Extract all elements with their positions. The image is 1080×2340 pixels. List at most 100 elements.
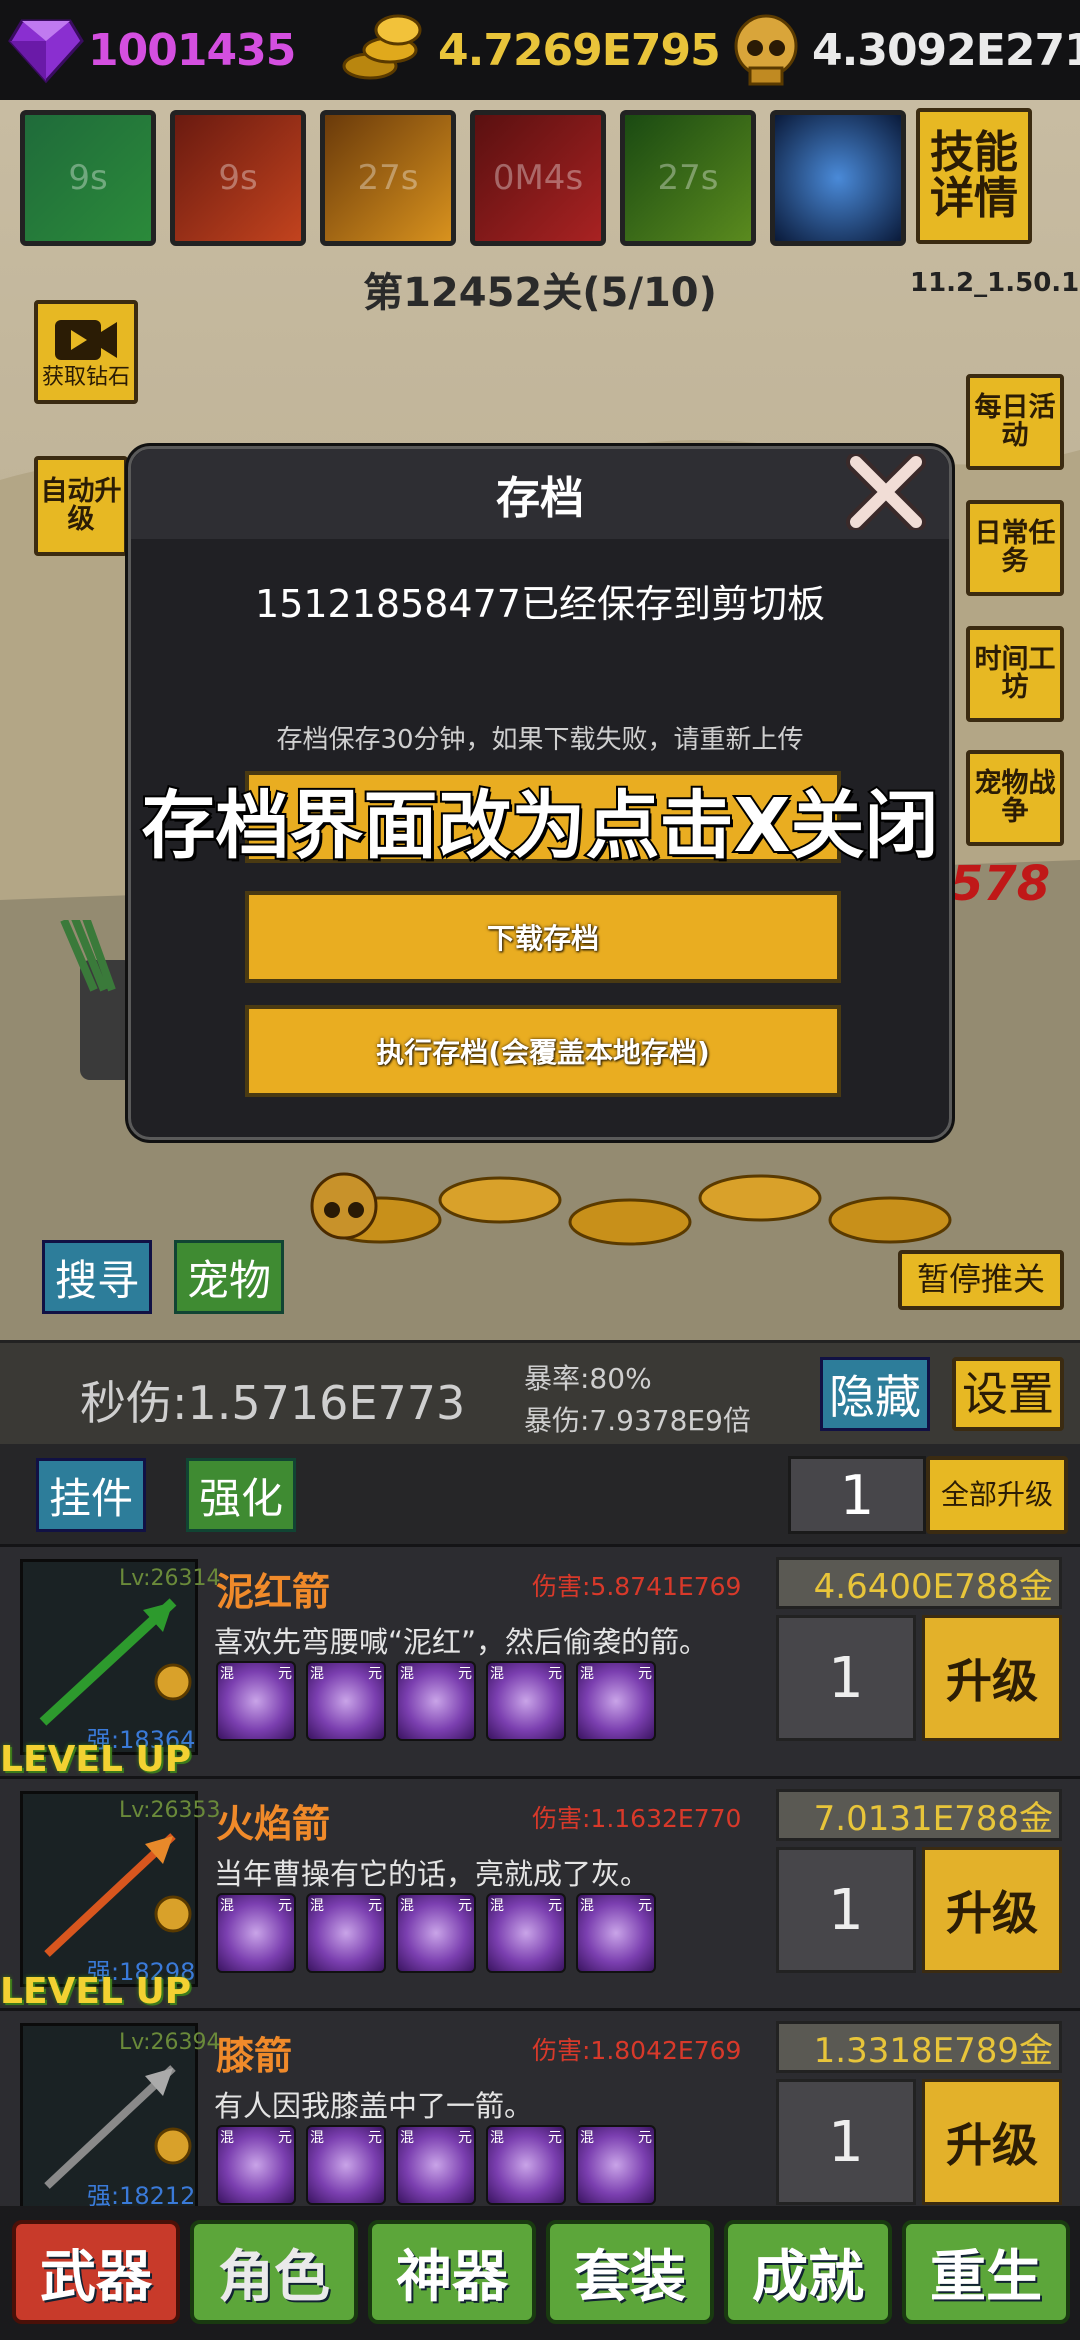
crit-rate-text: 暴率:80% (524, 1362, 652, 1395)
gem-label-right: 元 (638, 1898, 652, 1914)
execute-save-button[interactable]: 执行存档(会覆盖本地存档) (245, 1005, 841, 1097)
pet-button[interactable]: 宠物 (174, 1240, 284, 1314)
upgrade-price: 1.3318E789金 (776, 2021, 1062, 2073)
weapon-icon-slot[interactable]: Lv:26353 强:18298 (20, 1791, 220, 1987)
skull-value: 4.3092E271 (812, 24, 1080, 76)
upgrade-button[interactable]: 升级 (922, 1615, 1062, 1741)
gem-label-left: 混 (220, 1666, 234, 1682)
download-save-button[interactable]: 下载存档 (245, 891, 841, 983)
taiji-gem-icon: 混元 (396, 1661, 476, 1741)
weapon-description: 喜欢先弯腰喊“泥红”，然后偷袭的箭。 (214, 1625, 709, 1659)
nav-set[interactable]: 套装 (546, 2220, 714, 2324)
skull-loot-icon (310, 1172, 378, 1240)
upgrade-all-button[interactable]: 全部升级 (926, 1456, 1068, 1534)
save-dialog-title: 存档 (131, 449, 949, 539)
gem-label-right: 元 (458, 1666, 472, 1682)
weapon-description: 有人因我膝盖中了一箭。 (214, 2089, 534, 2123)
weapon-name: 泥红箭 (216, 1570, 331, 1614)
gem-label-left: 混 (310, 2130, 324, 2146)
gem-label-right: 元 (458, 1898, 472, 1914)
taiji-gem-icon: 混元 (486, 1661, 566, 1741)
tab-enhance[interactable]: 强化 (186, 1458, 296, 1532)
settings-button[interactable]: 设置 (952, 1357, 1064, 1431)
taiji-gem-icon: 混元 (306, 2125, 386, 2205)
weapon-row-2: Lv:26353 强:18298 火焰箭 伤害:1.1632E770 当年曹操有… (0, 1776, 1080, 2012)
taiji-gem-icon: 混元 (486, 2125, 566, 2205)
gem-label-right: 元 (548, 2130, 562, 2146)
level-up-label: LEVEL UP (0, 1739, 192, 1780)
auto-upgrade-button[interactable]: 自动升级 (34, 456, 128, 556)
taiji-gem-icon: 混元 (216, 1893, 296, 1973)
nav-artifact[interactable]: 神器 (368, 2220, 536, 2324)
gold-value: 4.7269E795 (438, 24, 721, 76)
diamond-icon (8, 19, 84, 84)
skill-slot-2[interactable]: 9s (170, 110, 306, 246)
skull-icon (734, 14, 798, 86)
daily-activity-button[interactable]: 每日活动 (966, 374, 1064, 470)
taiji-gem-icon: 混元 (396, 2125, 476, 2205)
hide-button[interactable]: 隐藏 (820, 1357, 930, 1431)
gem-label-left: 混 (580, 1666, 594, 1682)
bottom-nav: 武器 角色 神器 套装 成就 重生 (0, 2206, 1080, 2340)
gem-label-right: 元 (368, 2130, 382, 2146)
weapon-description: 当年曹操有它的话，亮就成了灰。 (214, 1857, 650, 1891)
weapon-damage: 伤害:5.8741E769 (532, 1572, 742, 1601)
skill-slot-6[interactable] (770, 110, 906, 246)
pause-stage-button[interactable]: 暂停推关 (898, 1250, 1064, 1310)
skill-slot-3[interactable]: 27s (320, 110, 456, 246)
skill-slot-1[interactable]: 9s (20, 110, 156, 246)
gem-label-right: 元 (638, 1666, 652, 1682)
gem-label-left: 混 (310, 1898, 324, 1914)
gem-label-left: 混 (400, 1666, 414, 1682)
resource-bar: 1001435 4.7269E795 4.3092E271 (0, 0, 1080, 100)
gem-label-right: 元 (548, 1898, 562, 1914)
skill-details-button[interactable]: 技能详情 (916, 108, 1032, 244)
taiji-gem-icon: 混元 (576, 1661, 656, 1741)
save-hint-text: 存档保存30分钟，如果下载失败，请重新上传 (276, 725, 804, 755)
weapon-icon-slot[interactable]: Lv:26394 强:18212 (20, 2023, 220, 2210)
weapon-name: 膝箭 (216, 2034, 293, 2078)
taiji-gem-icon: 混元 (306, 1661, 386, 1741)
daily-tasks-button[interactable]: 日常任务 (966, 500, 1064, 596)
nav-achievement[interactable]: 成就 (724, 2220, 892, 2324)
diamond-value: 1001435 (88, 24, 296, 76)
upgrade-price: 4.6400E788金 (776, 1557, 1062, 1609)
skill-slot-5[interactable]: 27s (620, 110, 756, 246)
level-up-label: LEVEL UP (0, 1971, 192, 2012)
taiji-gem-icon: 混元 (576, 2125, 656, 2205)
weapon-name: 火焰箭 (216, 1802, 331, 1846)
gem-label-left: 混 (490, 2130, 504, 2146)
copied-message: 15121858477已经保存到剪切板 (255, 582, 825, 626)
weapon-damage: 伤害:1.8042E769 (532, 2036, 742, 2065)
gold-coins-icon (342, 14, 422, 80)
taiji-gem-icon: 混元 (216, 2125, 296, 2205)
gem-label-left: 混 (400, 2130, 414, 2146)
gem-label-left: 混 (400, 1898, 414, 1914)
upgrade-quantity-field[interactable]: 1 (788, 1456, 926, 1534)
weapon-icon-slot[interactable]: Lv:26314 强:18364 (20, 1559, 220, 1755)
video-camera-icon (55, 320, 117, 361)
get-diamonds-button[interactable]: 获取钻石 (34, 300, 138, 404)
nav-rebirth[interactable]: 重生 (902, 2220, 1070, 2324)
tab-hang[interactable]: 挂件 (36, 1458, 146, 1532)
upgrade-quantity[interactable]: 1 (776, 1847, 916, 1973)
stats-bar: 秒伤:1.5716E773 暴率:80% 暴伤:7.9378E9倍 隐藏 设置 (0, 1340, 1080, 1444)
gem-label-left: 混 (220, 1898, 234, 1914)
gem-label-left: 混 (490, 1898, 504, 1914)
close-icon[interactable] (846, 454, 926, 530)
upgrade-button[interactable]: 升级 (922, 2079, 1062, 2205)
gem-label-right: 元 (278, 1666, 292, 1682)
upgrade-button[interactable]: 升级 (922, 1847, 1062, 1973)
nav-weapons[interactable]: 武器 (12, 2220, 180, 2324)
dps-text: 秒伤:1.5716E773 (80, 1376, 466, 1430)
nav-character[interactable]: 角色 (190, 2220, 358, 2324)
time-workshop-button[interactable]: 时间工坊 (966, 626, 1064, 722)
upgrade-quantity[interactable]: 1 (776, 2079, 916, 2205)
skill-slot-4[interactable]: 0M4s (470, 110, 606, 246)
loot-pile (318, 1174, 952, 1246)
weapon-level: Lv:26394 (119, 2030, 221, 2055)
weapon-level: Lv:26314 (119, 1566, 221, 1591)
coin-icon (154, 1663, 192, 1701)
search-button[interactable]: 搜寻 (42, 1240, 152, 1314)
upgrade-quantity[interactable]: 1 (776, 1615, 916, 1741)
